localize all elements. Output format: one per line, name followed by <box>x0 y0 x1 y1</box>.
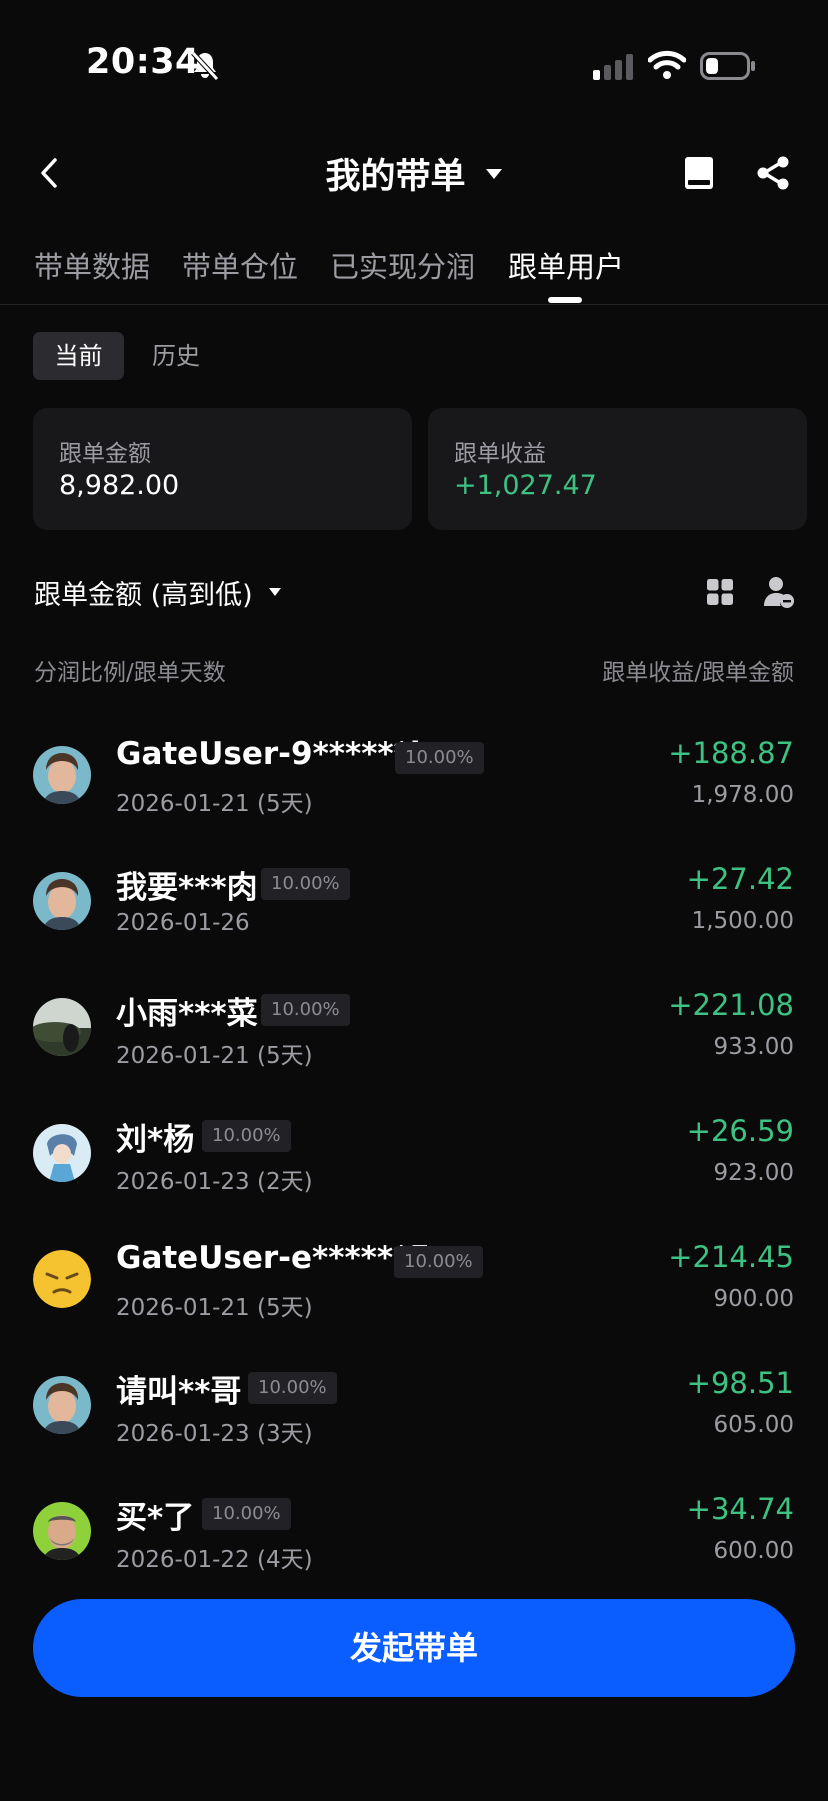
follower-name: 我要***肉 <box>116 870 258 906</box>
follower-profit: +188.87 <box>668 736 794 770</box>
share-ratio-badge: 10.00% <box>248 1372 337 1404</box>
follower-amount: 600.00 <box>713 1538 794 1564</box>
follower-row[interactable]: 我要***肉 10.00% 2026-01-26 +27.42 1,500.00 <box>0 850 828 976</box>
emoji-avatar <box>33 1250 91 1308</box>
segment-history[interactable]: 历史 <box>152 332 200 380</box>
follow-date: 2026-01-23 (2天) <box>116 1169 313 1195</box>
follower-name: GateUser-e******5 <box>116 1240 431 1276</box>
share-ratio-badge: 10.00% <box>202 1498 291 1530</box>
follower-name: GateUser-9******b <box>116 736 433 772</box>
share-ratio-badge: 10.00% <box>394 1246 483 1278</box>
tab-leading-data[interactable]: 带单数据 <box>34 244 150 286</box>
column-header-right: 跟单收益/跟单金额 <box>602 660 794 686</box>
follow-amount-value: 8,982.00 <box>59 470 180 501</box>
follow-profit-value: +1,027.47 <box>454 470 597 501</box>
battery-icon <box>700 52 755 80</box>
follower-name: 买*了 <box>116 1500 195 1536</box>
follower-profit: +34.74 <box>686 1492 794 1526</box>
follower-row[interactable]: 买*了 10.00% 2026-01-22 (4天) +34.74 600.00 <box>0 1480 828 1606</box>
bell-muted-icon <box>191 51 219 81</box>
follower-row[interactable]: GateUser-9******b 10.00% 2026-01-21 (5天)… <box>0 724 828 850</box>
share-icon[interactable] <box>756 156 790 190</box>
follower-amount: 1,500.00 <box>691 908 794 934</box>
cellular-signal-icon <box>593 54 633 80</box>
follower-amount: 605.00 <box>713 1412 794 1438</box>
follow-date: 2026-01-22 (4天) <box>116 1547 313 1573</box>
tab-divider <box>0 304 828 305</box>
follow-date: 2026-01-21 (5天) <box>116 1295 313 1321</box>
follower-name: 请叫**哥 <box>116 1374 242 1410</box>
follow-amount-card: 跟单金额 8,982.00 <box>33 408 412 530</box>
follower-amount: 923.00 <box>713 1160 794 1186</box>
follower-amount: 933.00 <box>713 1034 794 1060</box>
follower-row[interactable]: 刘*杨 10.00% 2026-01-23 (2天) +26.59 923.00 <box>0 1102 828 1228</box>
follower-profit: +221.08 <box>668 988 794 1022</box>
caret-down-icon[interactable] <box>268 587 282 597</box>
share-ratio-badge: 10.00% <box>202 1120 291 1152</box>
follow-date: 2026-01-21 (5天) <box>116 791 313 817</box>
segment-current[interactable]: 当前 <box>33 332 124 380</box>
follower-row[interactable]: 请叫**哥 10.00% 2026-01-23 (3天) +98.51 605.… <box>0 1354 828 1480</box>
tab-leading-positions[interactable]: 带单仓位 <box>182 244 298 286</box>
face-avatar <box>33 746 91 804</box>
caret-down-icon <box>485 168 502 179</box>
follow-profit-label: 跟单收益 <box>454 441 546 467</box>
follower-profit: +27.42 <box>686 862 794 896</box>
active-tab-indicator <box>548 297 582 303</box>
follower-amount: 1,978.00 <box>691 782 794 808</box>
landscape-avatar <box>33 998 91 1056</box>
share-ratio-badge: 10.00% <box>261 868 350 900</box>
face-avatar <box>33 872 91 930</box>
share-ratio-badge: 10.00% <box>395 742 484 774</box>
follow-date: 2026-01-26 <box>116 910 250 936</box>
column-header-left: 分润比例/跟单天数 <box>34 660 226 686</box>
face-avatar <box>33 1376 91 1434</box>
follower-profit: +98.51 <box>686 1366 794 1400</box>
follow-profit-card: 跟单收益 +1,027.47 <box>428 408 807 530</box>
follow-amount-label: 跟单金额 <box>59 441 151 467</box>
status-time: 20:34 <box>86 42 200 82</box>
follower-row[interactable]: GateUser-e******5 10.00% 2026-01-21 (5天)… <box>0 1228 828 1354</box>
tab-followers[interactable]: 跟单用户 <box>508 244 624 286</box>
page-title: 我的带单 <box>325 157 466 197</box>
follower-profit: +214.45 <box>668 1240 794 1274</box>
green-face-avatar <box>33 1502 91 1560</box>
follower-name: 小雨***菜 <box>116 996 258 1032</box>
sort-dropdown[interactable]: 跟单金额 (高到低) <box>34 573 253 612</box>
follow-date: 2026-01-21 (5天) <box>116 1043 313 1069</box>
share-ratio-badge: 10.00% <box>261 994 350 1026</box>
anime-avatar <box>33 1124 91 1182</box>
follower-row[interactable]: 小雨***菜 10.00% 2026-01-21 (5天) +221.08 93… <box>0 976 828 1102</box>
follow-date: 2026-01-23 (3天) <box>116 1421 313 1447</box>
tab-realized-profit-share[interactable]: 已实现分润 <box>330 244 475 286</box>
follower-name: 刘*杨 <box>116 1122 195 1158</box>
follower-profit: +26.59 <box>686 1114 794 1148</box>
start-leading-button[interactable]: 发起带单 <box>33 1599 795 1697</box>
grid-view-icon[interactable] <box>707 579 733 605</box>
wifi-icon <box>648 50 686 79</box>
user-remove-icon[interactable] <box>764 576 794 608</box>
book-icon[interactable] <box>684 156 714 190</box>
follower-amount: 900.00 <box>713 1286 794 1312</box>
